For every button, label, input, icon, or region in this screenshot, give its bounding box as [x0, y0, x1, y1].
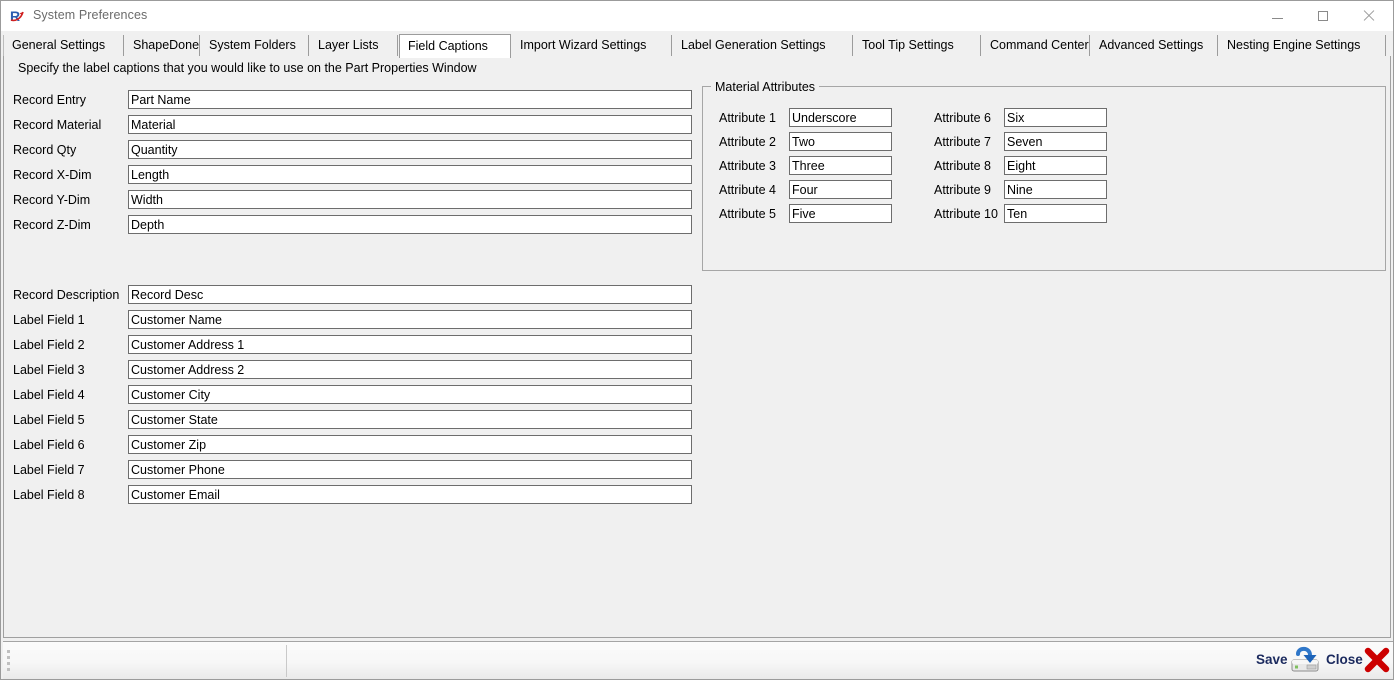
- field-input[interactable]: [128, 310, 692, 329]
- attribute-input[interactable]: [789, 132, 892, 151]
- minimize-button[interactable]: [1254, 1, 1300, 31]
- field-input[interactable]: [128, 165, 692, 184]
- tab-label-generation-settings[interactable]: Label Generation Settings: [673, 35, 853, 56]
- tab-tool-tip-settings[interactable]: Tool Tip Settings: [854, 35, 981, 56]
- tab-label: Tool Tip Settings: [862, 38, 954, 52]
- tab-general-settings[interactable]: General Settings: [3, 35, 124, 56]
- attribute-label: Attribute 4: [719, 183, 776, 197]
- svg-text:R: R: [10, 8, 20, 24]
- field-label: Label Field 8: [13, 488, 85, 502]
- field-input[interactable]: [128, 215, 692, 234]
- field-label: Label Field 1: [13, 313, 85, 327]
- attribute-input[interactable]: [789, 204, 892, 223]
- tab-label: ShapeDone: [133, 38, 199, 52]
- field-input[interactable]: [128, 190, 692, 209]
- maximize-icon: [1318, 11, 1328, 21]
- save-button[interactable]: Save: [1256, 652, 1288, 667]
- material-attributes-title: Material Attributes: [711, 80, 819, 94]
- field-input[interactable]: [128, 115, 692, 134]
- attribute-label: Attribute 8: [934, 159, 991, 173]
- close-window-button[interactable]: [1346, 1, 1392, 31]
- status-bar: [3, 641, 1393, 679]
- attribute-input[interactable]: [789, 180, 892, 199]
- attribute-label: Attribute 10: [934, 207, 998, 221]
- attribute-input[interactable]: [789, 108, 892, 127]
- field-input[interactable]: [128, 435, 692, 454]
- tab-label: Label Generation Settings: [681, 38, 826, 52]
- tab-label: Advanced Settings: [1099, 38, 1203, 52]
- tab-nesting-engine-settings[interactable]: Nesting Engine Settings: [1219, 35, 1386, 56]
- tab-import-wizard-settings[interactable]: Import Wizard Settings: [512, 35, 672, 56]
- field-label: Label Field 2: [13, 338, 85, 352]
- tab-advanced-settings[interactable]: Advanced Settings: [1091, 35, 1218, 56]
- field-input[interactable]: [128, 460, 692, 479]
- attribute-input[interactable]: [1004, 156, 1107, 175]
- system-preferences-window: R System Preferences General Settings Sha…: [0, 0, 1394, 680]
- field-label: Label Field 6: [13, 438, 85, 452]
- tab-field-captions[interactable]: Field Captions: [399, 34, 511, 58]
- title-bar: R System Preferences: [1, 1, 1393, 31]
- field-label: Label Field 4: [13, 388, 85, 402]
- tab-system-folders[interactable]: System Folders: [201, 35, 309, 56]
- field-label: Record Y-Dim: [13, 193, 90, 207]
- attribute-label: Attribute 3: [719, 159, 776, 173]
- attribute-label: Attribute 6: [934, 111, 991, 125]
- tab-command-center[interactable]: Command Center: [982, 35, 1090, 56]
- field-input[interactable]: [128, 360, 692, 379]
- attribute-input[interactable]: [1004, 180, 1107, 199]
- tab-label: General Settings: [12, 38, 105, 52]
- attribute-label: Attribute 1: [719, 111, 776, 125]
- field-input[interactable]: [128, 485, 692, 504]
- tab-label: Field Captions: [408, 39, 488, 53]
- attribute-input[interactable]: [1004, 132, 1107, 151]
- attribute-label: Attribute 5: [719, 207, 776, 221]
- red-x-close-icon[interactable]: [1363, 646, 1391, 674]
- tab-layer-lists[interactable]: Layer Lists: [310, 35, 398, 56]
- tab-label: Layer Lists: [318, 38, 378, 52]
- status-grip-handle: [7, 650, 10, 672]
- minimize-icon: [1272, 18, 1283, 19]
- field-label: Record Qty: [13, 143, 76, 157]
- save-to-drive-icon[interactable]: [1289, 643, 1321, 675]
- field-label: Label Field 3: [13, 363, 85, 377]
- attribute-label: Attribute 2: [719, 135, 776, 149]
- field-label: Record Description: [13, 288, 119, 302]
- attribute-input[interactable]: [789, 156, 892, 175]
- settings-tab-bar[interactable]: General Settings ShapeDone System Folders L…: [3, 34, 1391, 56]
- tab-label: Import Wizard Settings: [520, 38, 646, 52]
- attribute-input[interactable]: [1004, 204, 1107, 223]
- field-label: Record Z-Dim: [13, 218, 91, 232]
- field-input[interactable]: [128, 90, 692, 109]
- field-input[interactable]: [128, 335, 692, 354]
- attribute-label: Attribute 7: [934, 135, 991, 149]
- field-label: Record Material: [13, 118, 101, 132]
- window-title: System Preferences: [33, 8, 147, 22]
- field-label: Label Field 5: [13, 413, 85, 427]
- close-icon: [1363, 10, 1375, 22]
- maximize-button[interactable]: [1300, 1, 1346, 31]
- field-label: Record Entry: [13, 93, 86, 107]
- field-label: Record X-Dim: [13, 168, 92, 182]
- tab-label: Command Center: [990, 38, 1089, 52]
- field-input[interactable]: [128, 285, 692, 304]
- attribute-input[interactable]: [1004, 108, 1107, 127]
- field-input[interactable]: [128, 410, 692, 429]
- attribute-label: Attribute 9: [934, 183, 991, 197]
- field-input[interactable]: [128, 140, 692, 159]
- tab-label: System Folders: [209, 38, 296, 52]
- close-dialog-button[interactable]: Close: [1326, 652, 1363, 667]
- app-logo-r-icon: R: [9, 7, 27, 25]
- tab-shapedone[interactable]: ShapeDone: [125, 35, 200, 56]
- field-input[interactable]: [128, 385, 692, 404]
- status-separator: [286, 645, 287, 677]
- field-label: Label Field 7: [13, 463, 85, 477]
- panel-hint-text: Specify the label captions that you woul…: [18, 61, 477, 75]
- tab-label: Nesting Engine Settings: [1227, 38, 1360, 52]
